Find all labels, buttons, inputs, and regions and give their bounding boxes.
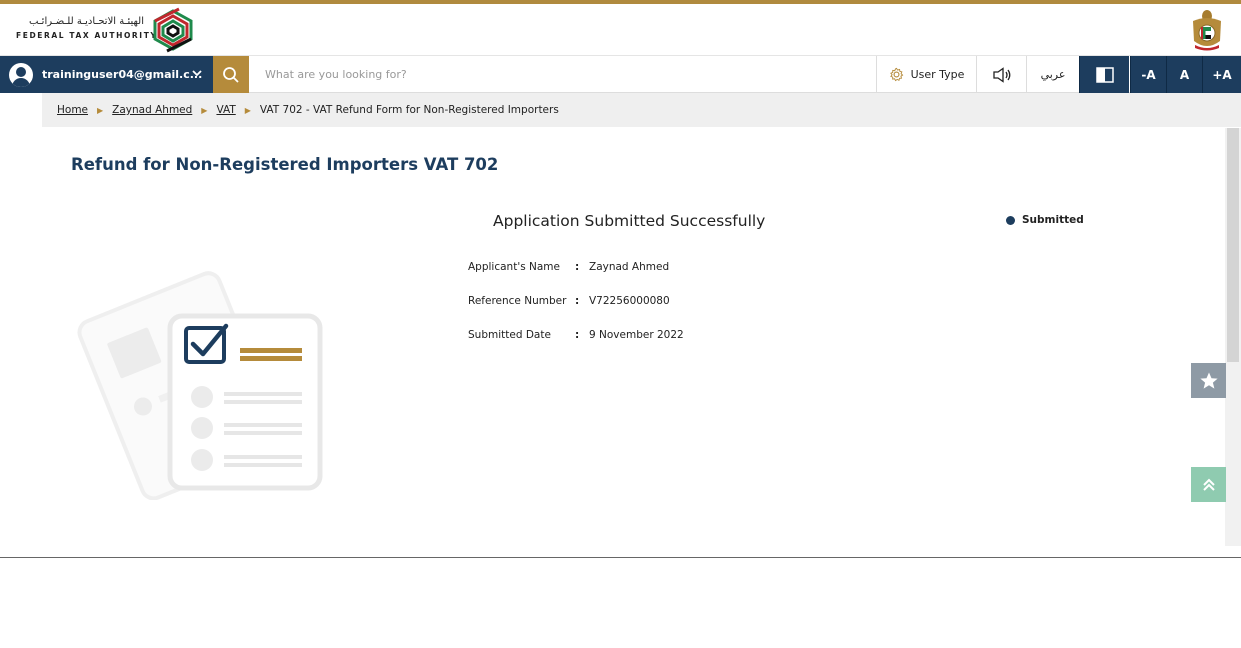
fta-logo-icon[interactable] xyxy=(149,7,197,53)
status-dot-icon xyxy=(1006,215,1015,225)
submitted-form-illustration xyxy=(77,271,323,500)
search-icon xyxy=(223,66,239,83)
breadcrumb-separator-icon: ▶ xyxy=(244,105,251,115)
detail-colon: : xyxy=(575,329,580,341)
top-toolbar: traininguser04@gmail.c... User Type xyxy=(0,56,1241,93)
fta-logo-text[interactable]: الهيئـة الاتحـاديـة للـضـرائـب FEDERAL T… xyxy=(16,16,158,40)
breadcrumb-separator-icon: ▶ xyxy=(201,105,208,115)
detail-value: 9 November 2022 xyxy=(589,329,684,341)
scrollbar-thumb[interactable] xyxy=(1227,128,1239,362)
detail-value: Zaynad Ahmed xyxy=(589,261,670,273)
detail-label: Submitted Date xyxy=(468,329,551,341)
status-badge: Submitted xyxy=(1006,214,1084,226)
gear-icon xyxy=(889,67,903,82)
logo-english-text: FEDERAL TAX AUTHORITY xyxy=(16,31,158,40)
user-menu[interactable]: traininguser04@gmail.c... xyxy=(0,56,213,93)
breadcrumb-home-link[interactable]: Home xyxy=(57,104,88,116)
breadcrumb-current: VAT 702 - VAT Refund Form for Non-Regist… xyxy=(259,104,559,116)
search-input[interactable] xyxy=(251,58,871,91)
double-chevron-up-icon xyxy=(1202,478,1215,491)
detail-label: Applicant's Name xyxy=(468,261,560,273)
user-type-label: User Type xyxy=(910,68,965,81)
font-decrease-label: -A xyxy=(1141,67,1156,82)
logo-arabic-text: الهيئـة الاتحـاديـة للـضـرائـب xyxy=(28,16,144,27)
page-title: Refund for Non-Registered Importers VAT … xyxy=(71,155,499,174)
breadcrumb-user-link[interactable]: Zaynad Ahmed xyxy=(112,104,192,116)
arabic-label: عربي xyxy=(1040,68,1066,81)
font-increase-button[interactable]: +A xyxy=(1202,56,1241,93)
success-title: Application Submitted Successfully xyxy=(493,212,766,230)
text-to-speech-button[interactable] xyxy=(976,56,1026,93)
detail-label: Reference Number xyxy=(468,295,567,307)
breadcrumb-separator-icon: ▶ xyxy=(97,105,104,115)
speaker-icon xyxy=(992,66,1010,83)
star-icon xyxy=(1199,372,1218,389)
page: الهيئـة الاتحـاديـة للـضـرائـب FEDERAL T… xyxy=(0,0,1241,558)
contrast-toggle-button[interactable] xyxy=(1079,56,1129,93)
favorite-button[interactable] xyxy=(1191,363,1226,398)
user-email: traininguser04@gmail.c... xyxy=(42,68,203,81)
font-normal-label: A xyxy=(1179,67,1190,82)
breadcrumb-vat-link[interactable]: VAT xyxy=(216,104,235,116)
detail-colon: : xyxy=(575,295,580,307)
font-increase-label: +A xyxy=(1212,67,1232,82)
contrast-icon xyxy=(1095,66,1114,83)
chevron-down-icon[interactable] xyxy=(191,67,203,79)
breadcrumb: Home ▶ Zaynad Ahmed ▶ VAT ▶ VAT 702 - VA… xyxy=(42,93,1241,127)
scroll-to-top-button[interactable] xyxy=(1191,467,1226,502)
user-type-button[interactable]: User Type xyxy=(876,56,976,93)
font-normal-button[interactable]: A xyxy=(1166,56,1202,93)
detail-value: V72256000080 xyxy=(589,295,670,307)
font-decrease-button[interactable]: -A xyxy=(1130,56,1166,93)
arabic-language-button[interactable]: عربي xyxy=(1026,56,1079,93)
search-button[interactable] xyxy=(213,56,249,93)
user-avatar-icon xyxy=(9,62,33,87)
site-header: الهيئـة الاتحـاديـة للـضـرائـب FEDERAL T… xyxy=(0,4,1241,56)
detail-colon: : xyxy=(575,261,580,273)
uae-emblem-icon xyxy=(1193,10,1221,51)
status-label: Submitted xyxy=(1022,214,1084,226)
